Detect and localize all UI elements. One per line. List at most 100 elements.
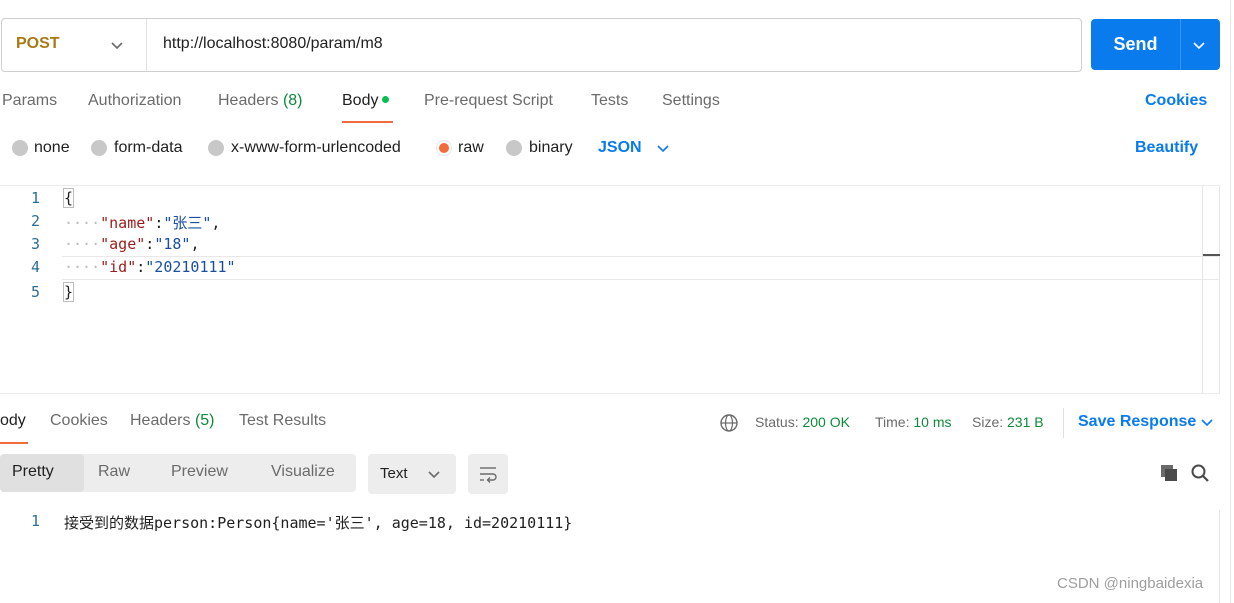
- radio-raw[interactable]: [436, 140, 452, 156]
- editor-top-border: [0, 185, 1220, 186]
- tab-params[interactable]: Params: [2, 92, 57, 110]
- status-value: 200 OK: [802, 414, 850, 430]
- url-bar: POST http://localhost:8080/param/m8: [1, 18, 1082, 72]
- response-scrollbar-edge: [1219, 510, 1220, 603]
- search-icon[interactable]: [1190, 463, 1210, 483]
- view-mode-preview[interactable]: Preview: [171, 463, 228, 481]
- time-label: Time:: [875, 414, 910, 430]
- size-value: 231 B: [1007, 414, 1044, 430]
- active-tab-indicator: [342, 121, 393, 123]
- divider: [1063, 408, 1064, 438]
- json-key: "name": [100, 214, 155, 232]
- editor-bottom-border: [0, 393, 1220, 394]
- editor-scrollbar-edge: [1219, 186, 1220, 393]
- view-mode-visualize[interactable]: Visualize: [271, 463, 335, 481]
- line-number: 4: [30, 258, 40, 276]
- tab-authorization[interactable]: Authorization: [88, 92, 181, 110]
- status-indicator[interactable]: Status: 200 OK: [755, 414, 850, 430]
- chevron-down-icon[interactable]: [655, 140, 671, 156]
- radio-form-data-label[interactable]: form-data: [114, 139, 182, 157]
- response-tab-body[interactable]: ody: [0, 412, 26, 430]
- colon: :: [154, 214, 164, 232]
- url-divider: [146, 19, 147, 71]
- tab-tests[interactable]: Tests: [591, 92, 628, 110]
- response-body-line[interactable]: 接受到的数据person:Person{name='张三', age=18, i…: [64, 512, 572, 533]
- radio-binary[interactable]: [506, 140, 522, 156]
- comma: ,: [211, 214, 221, 232]
- view-mode-raw[interactable]: Raw: [98, 463, 130, 481]
- radio-none-label[interactable]: none: [34, 139, 70, 157]
- tab-headers[interactable]: Headers (8): [218, 92, 303, 110]
- radio-binary-label[interactable]: binary: [529, 139, 573, 157]
- url-input[interactable]: http://localhost:8080/param/m8: [163, 35, 383, 53]
- response-tab-headers-count: (5): [194, 412, 215, 429]
- code-line[interactable]: }: [62, 282, 75, 302]
- chevron-down-icon[interactable]: [1190, 36, 1208, 54]
- time-value: 10 ms: [913, 414, 952, 430]
- json-value: "20210111": [145, 258, 236, 276]
- send-label[interactable]: Send: [1091, 19, 1180, 70]
- tab-settings[interactable]: Settings: [662, 92, 720, 110]
- line-number: 5: [30, 283, 40, 301]
- line-number: 2: [30, 212, 40, 230]
- radio-raw-label[interactable]: raw: [458, 139, 484, 157]
- active-response-tab-indicator: [0, 442, 28, 444]
- size-label: Size:: [972, 414, 1004, 430]
- send-divider: [1180, 19, 1181, 70]
- code-line[interactable]: ····"age":"18",: [64, 235, 199, 253]
- response-format-select[interactable]: Text: [368, 454, 456, 494]
- open-brace: {: [62, 188, 75, 208]
- radio-urlencoded[interactable]: [208, 140, 224, 156]
- line-number: 3: [30, 235, 40, 253]
- status-label: Status:: [755, 414, 799, 430]
- tab-headers-count: (8): [282, 92, 303, 109]
- scrollbar-position-marker[interactable]: [1203, 254, 1220, 256]
- json-value: "张三": [163, 214, 212, 232]
- wrap-lines-icon: [480, 467, 497, 483]
- response-line-number: 1: [30, 512, 40, 530]
- close-brace: }: [62, 282, 75, 302]
- radio-urlencoded-label[interactable]: x-www-form-urlencoded: [231, 139, 401, 157]
- wrap-lines-button[interactable]: [468, 454, 508, 494]
- tab-body-label: Body: [342, 92, 379, 109]
- json-value: "18": [154, 235, 191, 253]
- format-select[interactable]: JSON: [598, 139, 642, 157]
- response-tab-cookies[interactable]: Cookies: [50, 412, 108, 430]
- indent-guide: ····: [64, 258, 101, 276]
- window-edge: [1230, 0, 1231, 603]
- view-mode-pretty[interactable]: Pretty: [12, 463, 54, 481]
- code-line[interactable]: ····"name":"张三",: [64, 212, 220, 233]
- method-select[interactable]: POST: [16, 35, 60, 53]
- beautify-button[interactable]: Beautify: [1135, 139, 1198, 157]
- radio-form-data[interactable]: [91, 140, 107, 156]
- indent-guide: ····: [64, 214, 101, 232]
- json-key: "id": [100, 258, 137, 276]
- code-line[interactable]: ····"id":"20210111": [64, 258, 236, 276]
- globe-icon[interactable]: [719, 413, 739, 433]
- code-line[interactable]: {: [62, 188, 75, 208]
- current-line-highlight: [62, 256, 1220, 280]
- send-button[interactable]: Send: [1091, 19, 1220, 70]
- colon: :: [136, 258, 146, 276]
- tab-pre-request-script[interactable]: Pre-request Script: [424, 92, 553, 110]
- response-tab-headers[interactable]: Headers (5): [130, 412, 215, 430]
- time-indicator[interactable]: Time: 10 ms: [875, 414, 952, 430]
- colon: :: [145, 235, 155, 253]
- chevron-down-icon[interactable]: [1199, 414, 1215, 430]
- line-number: 1: [30, 189, 40, 207]
- copy-icon[interactable]: [1159, 463, 1179, 483]
- tab-body[interactable]: Body: [342, 92, 390, 110]
- save-response-button[interactable]: Save Response: [1078, 413, 1196, 431]
- response-tab-test-results[interactable]: Test Results: [239, 412, 326, 430]
- comma: ,: [190, 235, 200, 253]
- watermark: CSDN @ningbaidexia: [1057, 575, 1204, 592]
- cookies-link[interactable]: Cookies: [1145, 92, 1207, 110]
- response-format-label[interactable]: Text: [380, 465, 408, 482]
- radio-none[interactable]: [12, 140, 28, 156]
- editor-scrollbar-track[interactable]: [1202, 186, 1203, 393]
- size-indicator[interactable]: Size: 231 B: [972, 414, 1044, 430]
- modified-dot-icon: [382, 96, 390, 103]
- chevron-down-icon[interactable]: [108, 36, 126, 54]
- tab-headers-label: Headers: [218, 92, 279, 109]
- chevron-down-icon[interactable]: [426, 466, 442, 482]
